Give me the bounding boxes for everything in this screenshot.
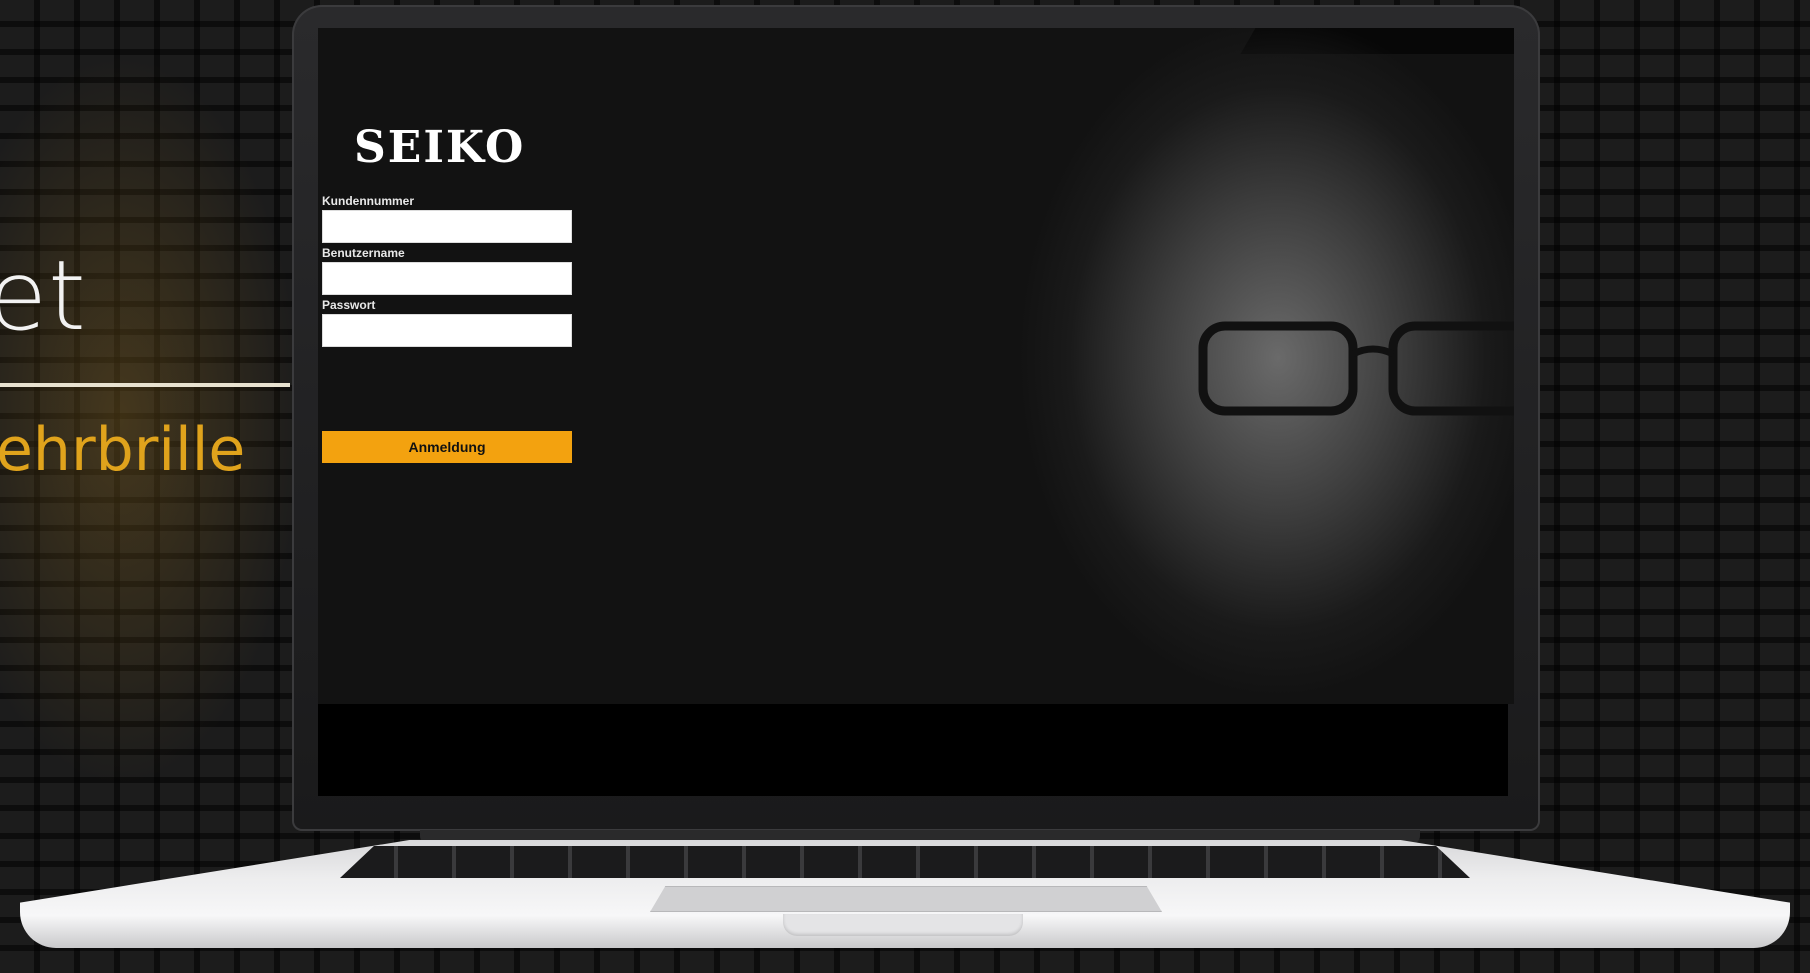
login-button[interactable]: Anmeldung [322,431,572,463]
background-stage: et ehrbrille SEIKO Kundennummer Benutzer… [0,0,1810,973]
laptop-opening-notch [783,914,1023,936]
laptop-trackpad [650,886,1162,912]
hero-portrait-image [998,28,1514,704]
password-input[interactable] [322,314,572,347]
eyeglasses-icon [1198,321,1514,416]
background-title: et [0,240,87,352]
laptop-screen: SEIKO Kundennummer Benutzername Passwort… [318,28,1514,704]
seiko-logo: SEIKO [354,122,526,173]
customer-number-input[interactable] [322,210,572,243]
background-subtitle: ehrbrille [0,415,246,485]
customer-number-label: Kundennummer [322,194,415,208]
background-divider [0,383,290,387]
username-input[interactable] [322,262,572,295]
screen-bottom-bar [318,704,1508,796]
password-label: Passwort [322,298,376,312]
username-label: Benutzername [322,246,405,260]
laptop-keyboard [340,846,1470,878]
